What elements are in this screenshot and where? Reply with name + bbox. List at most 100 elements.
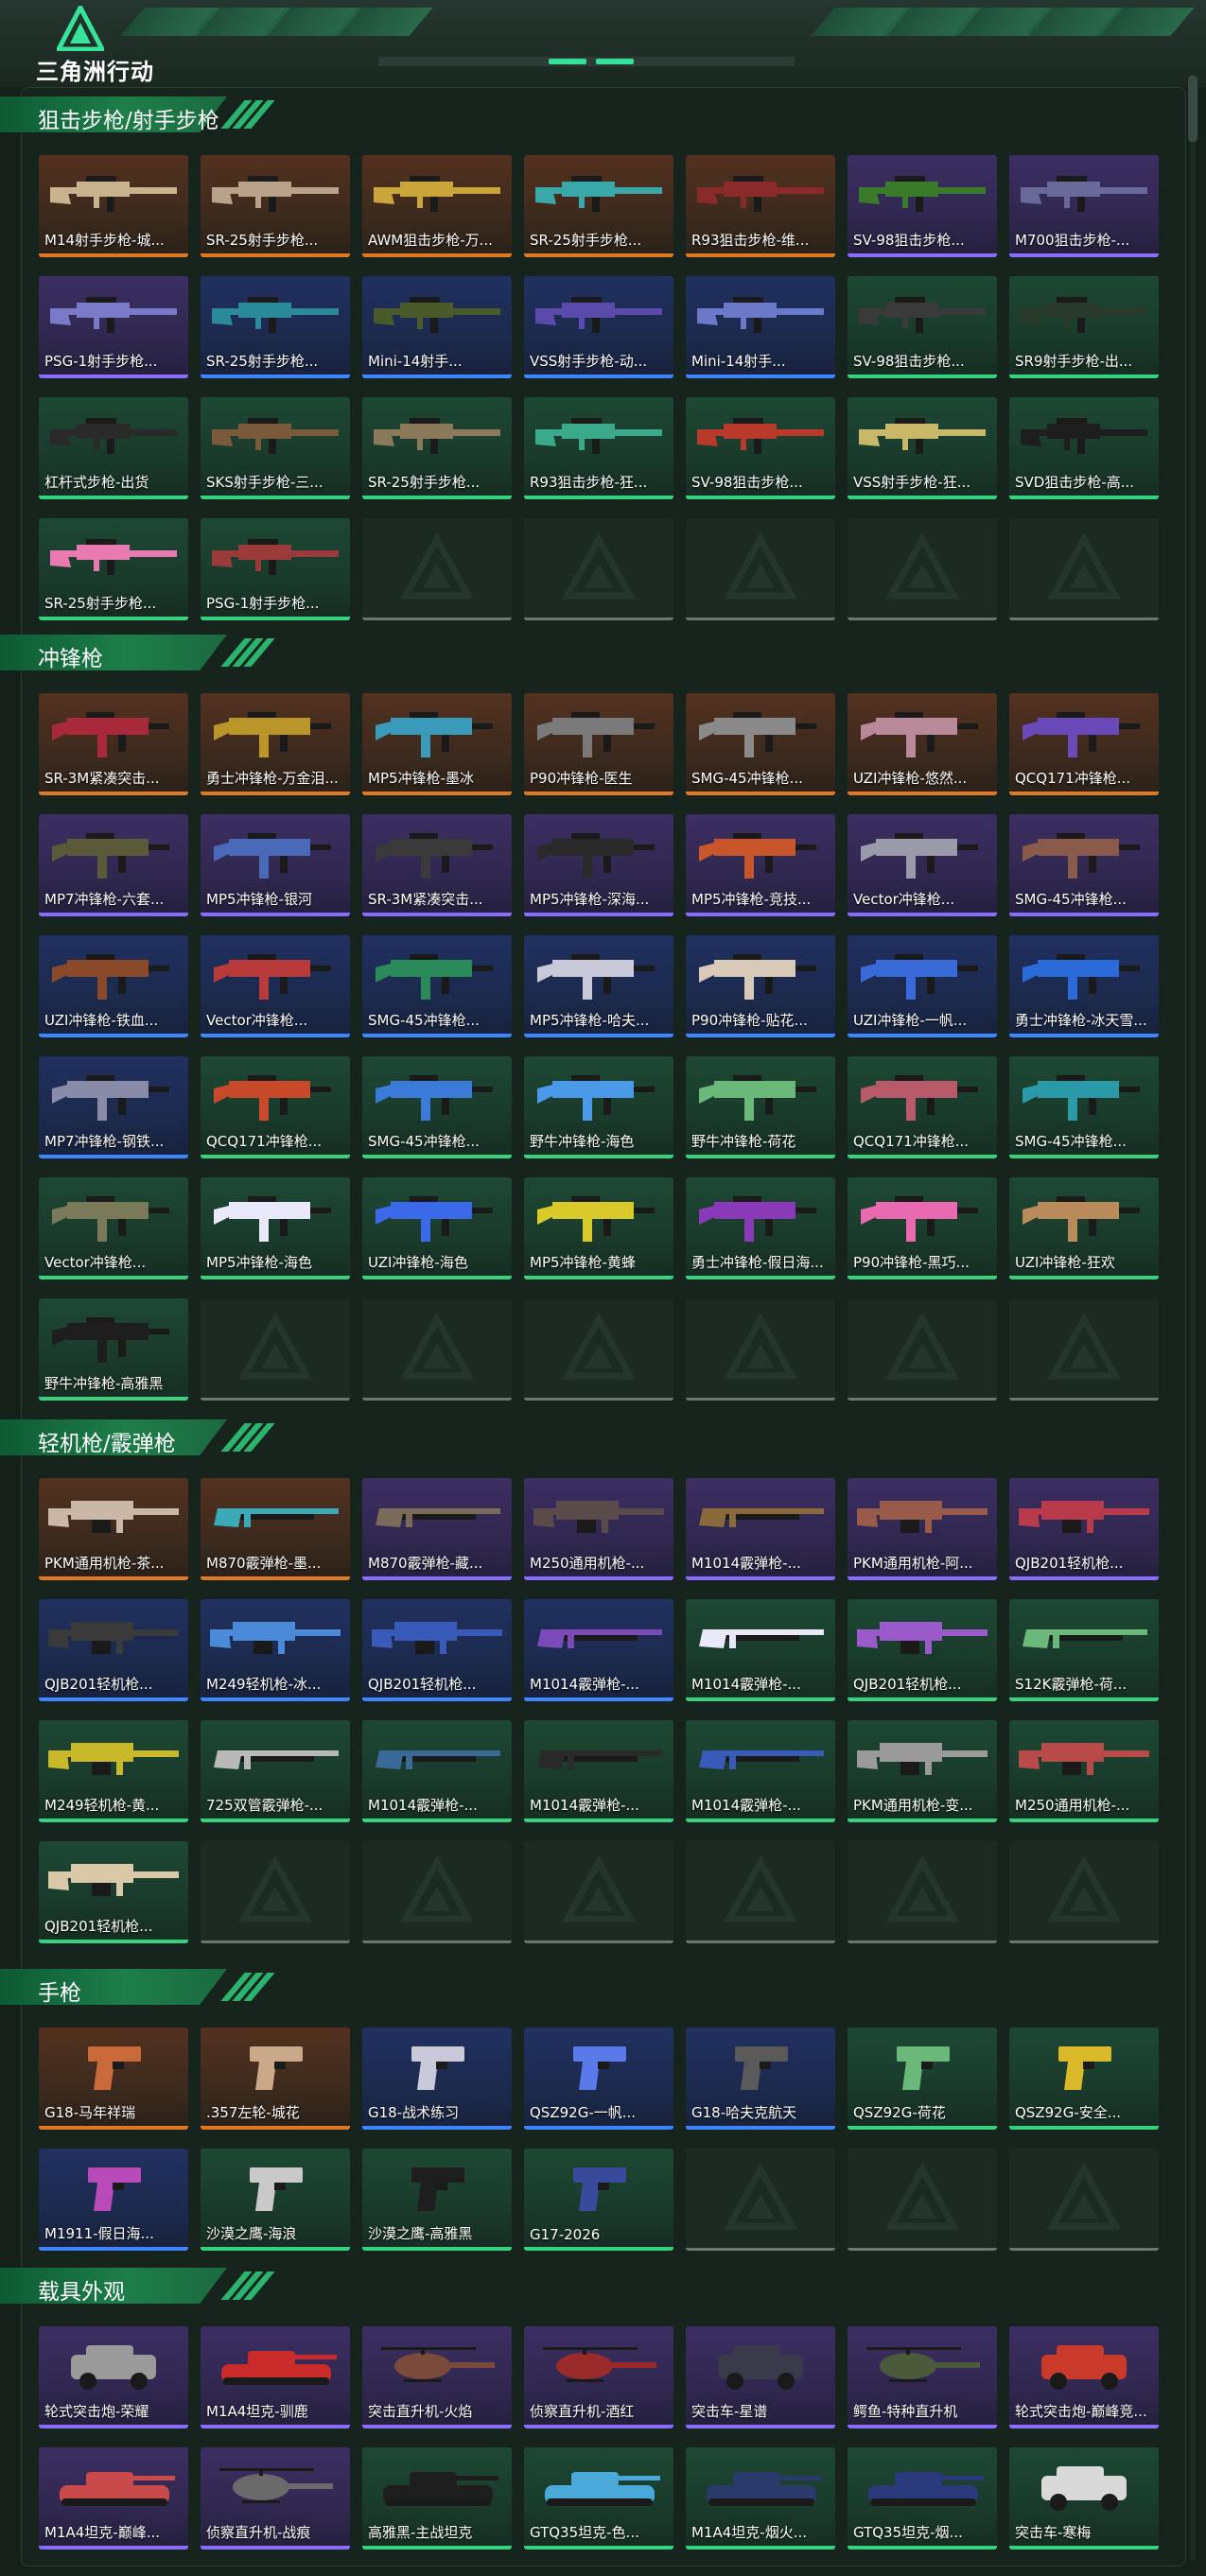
item-card[interactable]: UZI冲锋枪-海色 xyxy=(362,1177,512,1279)
item-card[interactable]: SV-98狙击步枪... xyxy=(848,155,997,257)
item-card[interactable]: MP7冲锋枪-六套... xyxy=(39,814,188,916)
item-card[interactable]: Vector冲锋枪... xyxy=(848,814,997,916)
item-card[interactable]: 勇士冲锋枪-假日海... xyxy=(686,1177,835,1279)
item-card[interactable]: M870霰弹枪-藏... xyxy=(362,1478,512,1580)
item-card[interactable]: PKM通用机枪-茶... xyxy=(39,1478,188,1580)
item-card[interactable]: G17-2026 xyxy=(524,2149,673,2251)
item-card[interactable]: M14射手步枪-城... xyxy=(39,155,188,257)
item-card[interactable]: MP5冲锋枪-深海... xyxy=(524,814,673,916)
item-card[interactable]: MP5冲锋枪-竞技... xyxy=(686,814,835,916)
item-card[interactable]: QJB201轻机枪... xyxy=(39,1599,188,1701)
item-card[interactable]: QCQ171冲锋枪... xyxy=(1009,693,1159,795)
item-card[interactable]: UZI冲锋枪-一帆... xyxy=(848,935,997,1037)
scrollbar-thumb[interactable] xyxy=(1188,76,1197,142)
item-card[interactable]: SMG-45冲锋枪... xyxy=(362,1056,512,1158)
item-card[interactable]: 突击车-星谱 xyxy=(686,2326,835,2428)
item-card[interactable]: QJB201轻机枪... xyxy=(848,1599,997,1701)
item-card[interactable]: MP5冲锋枪-墨冰 xyxy=(362,693,512,795)
item-card[interactable]: 725双管霰弹枪-... xyxy=(201,1720,350,1822)
item-card[interactable]: 轮式突击炮-荣耀 xyxy=(39,2326,188,2428)
item-card[interactable]: SMG-45冲锋枪... xyxy=(362,935,512,1037)
item-card[interactable]: MP5冲锋枪-哈夫... xyxy=(524,935,673,1037)
item-card[interactable]: M1014霰弹枪-... xyxy=(686,1599,835,1701)
item-card[interactable]: SR-3M紧凑突击... xyxy=(39,693,188,795)
item-card[interactable]: SR-25射手步枪... xyxy=(524,155,673,257)
item-card[interactable]: UZI冲锋枪-铁血... xyxy=(39,935,188,1037)
item-card[interactable]: VSS射手步枪-动... xyxy=(524,276,673,378)
item-card[interactable]: SR-25射手步枪... xyxy=(39,518,188,620)
item-card[interactable]: G18-哈夫克航天 xyxy=(686,2028,835,2130)
item-card[interactable]: M1014霰弹枪-... xyxy=(524,1720,673,1822)
item-card[interactable]: UZI冲锋枪-悠然... xyxy=(848,693,997,795)
item-card[interactable]: 高雅黑-主战坦克 xyxy=(362,2447,512,2550)
item-card[interactable]: 沙漠之鹰-高雅黑 xyxy=(362,2149,512,2251)
item-card[interactable]: .357左轮-城花 xyxy=(201,2028,350,2130)
item-card[interactable]: M249轻机枪-冰... xyxy=(201,1599,350,1701)
item-card[interactable]: M1014霰弹枪-... xyxy=(362,1720,512,1822)
item-card[interactable]: 突击车-寒梅 xyxy=(1009,2447,1159,2550)
item-card[interactable]: QJB201轻机枪... xyxy=(39,1841,188,1943)
item-card[interactable]: M870霰弹枪-墨... xyxy=(201,1478,350,1580)
item-card[interactable]: Mini-14射手... xyxy=(362,276,512,378)
scrollbar-track[interactable] xyxy=(1190,83,1196,2561)
item-card[interactable]: VSS射手步枪-狂... xyxy=(848,397,997,499)
item-card[interactable]: P90冲锋枪-医生 xyxy=(524,693,673,795)
item-card[interactable]: 野牛冲锋枪-海色 xyxy=(524,1056,673,1158)
item-card[interactable]: PKM通用机枪-变... xyxy=(848,1720,997,1822)
item-card[interactable]: QSZ92G-一帆... xyxy=(524,2028,673,2130)
item-card[interactable]: G18-马年祥瑞 xyxy=(39,2028,188,2130)
item-card[interactable]: MP7冲锋枪-钢铁... xyxy=(39,1056,188,1158)
item-card[interactable]: 勇士冲锋枪-冰天雪... xyxy=(1009,935,1159,1037)
item-card[interactable]: Vector冲锋枪... xyxy=(39,1177,188,1279)
item-card[interactable]: M250通用机枪-... xyxy=(1009,1720,1159,1822)
item-card[interactable]: M249轻机枪-黄... xyxy=(39,1720,188,1822)
item-card[interactable]: M1A4坦克-巅峰... xyxy=(39,2447,188,2550)
item-card[interactable]: SMG-45冲锋枪... xyxy=(1009,1056,1159,1158)
item-card[interactable]: AWM狙击步枪-万... xyxy=(362,155,512,257)
item-card[interactable]: MP5冲锋枪-银河 xyxy=(201,814,350,916)
item-card[interactable]: UZI冲锋枪-狂欢 xyxy=(1009,1177,1159,1279)
item-card[interactable]: R93狙击步枪-狂... xyxy=(524,397,673,499)
item-card[interactable]: 侦察直升机-战痕 xyxy=(201,2447,350,2550)
item-card[interactable]: 野牛冲锋枪-高雅黑 xyxy=(39,1298,188,1401)
item-card[interactable]: R93狙击步枪-维... xyxy=(686,155,835,257)
item-card[interactable]: 野牛冲锋枪-荷花 xyxy=(686,1056,835,1158)
item-card[interactable]: S12K霰弹枪-荷... xyxy=(1009,1599,1159,1701)
item-card[interactable]: QSZ92G-荷花 xyxy=(848,2028,997,2130)
item-card[interactable]: P90冲锋枪-贴花... xyxy=(686,935,835,1037)
item-card[interactable]: SV-98狙击步枪... xyxy=(686,397,835,499)
item-card[interactable]: SMG-45冲锋枪... xyxy=(1009,814,1159,916)
item-card[interactable]: SMG-45冲锋枪... xyxy=(686,693,835,795)
item-card[interactable]: 沙漠之鹰-海浪 xyxy=(201,2149,350,2251)
item-card[interactable]: SR9射手步枪-出... xyxy=(1009,276,1159,378)
item-card[interactable]: SR-25射手步枪... xyxy=(362,397,512,499)
item-card[interactable]: Mini-14射手... xyxy=(686,276,835,378)
item-card[interactable]: 轮式突击炮-巅峰竞... xyxy=(1009,2326,1159,2428)
item-card[interactable]: M250通用机枪-... xyxy=(524,1478,673,1580)
item-card[interactable]: QCQ171冲锋枪... xyxy=(848,1056,997,1158)
item-card[interactable]: MP5冲锋枪-黄蜂 xyxy=(524,1177,673,1279)
item-card[interactable]: M700狙击步枪-... xyxy=(1009,155,1159,257)
item-card[interactable]: Vector冲锋枪... xyxy=(201,935,350,1037)
item-card[interactable]: SKS射手步枪-三... xyxy=(201,397,350,499)
item-card[interactable]: M1A4坦克-烟火... xyxy=(686,2447,835,2550)
item-card[interactable]: QJB201轻机枪... xyxy=(1009,1478,1159,1580)
item-card[interactable]: SV-98狙击步枪... xyxy=(848,276,997,378)
item-card[interactable]: GTQ35坦克-色... xyxy=(524,2447,673,2550)
item-card[interactable]: 勇士冲锋枪-万金泪... xyxy=(201,693,350,795)
item-card[interactable]: QSZ92G-安全... xyxy=(1009,2028,1159,2130)
item-card[interactable]: SR-25射手步枪... xyxy=(201,155,350,257)
item-card[interactable]: M1A4坦克-驯鹿 xyxy=(201,2326,350,2428)
item-card[interactable]: 杠杆式步枪-出货 xyxy=(39,397,188,499)
item-card[interactable]: PSG-1射手步枪... xyxy=(201,518,350,620)
item-card[interactable]: MP5冲锋枪-海色 xyxy=(201,1177,350,1279)
item-card[interactable]: M1014霰弹枪-... xyxy=(686,1478,835,1580)
item-card[interactable]: SR-25射手步枪... xyxy=(201,276,350,378)
item-card[interactable]: GTQ35坦克-烟... xyxy=(848,2447,997,2550)
item-card[interactable]: 侦察直升机-酒红 xyxy=(524,2326,673,2428)
item-card[interactable]: SR-3M紧凑突击... xyxy=(362,814,512,916)
item-card[interactable]: P90冲锋枪-黑巧... xyxy=(848,1177,997,1279)
item-card[interactable]: G18-战术练习 xyxy=(362,2028,512,2130)
item-card[interactable]: M1911-假日海... xyxy=(39,2149,188,2251)
item-card[interactable]: PSG-1射手步枪... xyxy=(39,276,188,378)
